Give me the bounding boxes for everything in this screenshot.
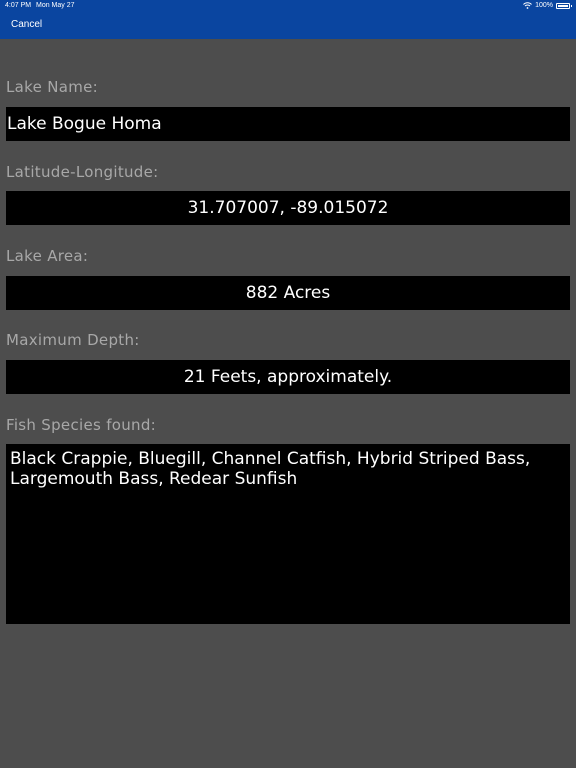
lake-name-field[interactable]: Lake Bogue Homa [6,107,570,141]
lake-name-label: Lake Name: [6,78,99,96]
latlong-field[interactable]: 31.707007, -89.015072 [6,191,570,225]
battery-icon [556,2,572,9]
status-indicators: 100% [523,1,572,10]
max-depth-field[interactable]: 21 Feets, approximately. [6,360,570,394]
status-time: 4:07 PM [5,2,32,9]
battery-percent: 100% [535,2,553,9]
lake-area-label: Lake Area: [6,247,89,265]
fish-species-textarea[interactable]: Black Crappie, Bluegill, Channel Catfish… [6,444,570,624]
cancel-button[interactable]: Cancel [11,19,42,31]
max-depth-label: Maximum Depth: [6,331,140,349]
fish-species-label: Fish Species found: [6,416,157,434]
lake-area-field[interactable]: 882 Acres [6,276,570,310]
navigation-bar: 4:07 PM Mon May 27 100% Cancel [0,0,576,39]
status-date: Mon May 27 [36,2,75,9]
latlong-label: Latitude-Longitude: [6,163,159,181]
wifi-icon [523,2,532,9]
